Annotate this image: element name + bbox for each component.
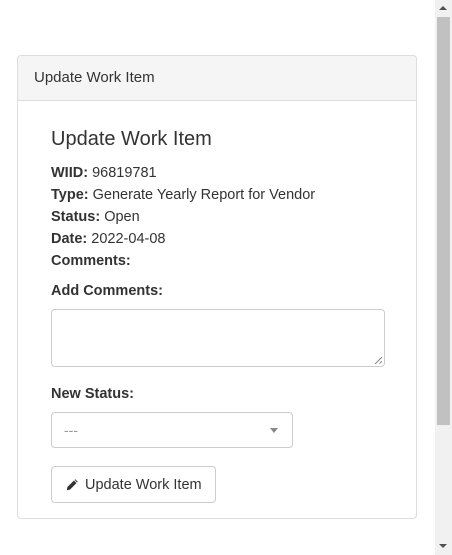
comments-label: Comments: [51, 253, 131, 269]
scrollbar-thumb[interactable] [437, 17, 450, 425]
work-item-details: WIID: 96819781 Type: Generate Yearly Rep… [51, 162, 315, 272]
wiid-line: WIID: 96819781 [51, 162, 315, 184]
add-comments-textarea[interactable] [51, 309, 385, 367]
page: Update Work Item Update Work Item WIID: … [0, 0, 452, 555]
status-label: Status: [51, 209, 101, 225]
vertical-scrollbar[interactable] [435, 0, 452, 555]
date-label: Date: [51, 231, 88, 247]
status-value: Open [104, 209, 140, 225]
type-value: Generate Yearly Report for Vendor [92, 187, 316, 203]
update-work-item-button-label: Update Work Item [85, 476, 202, 493]
new-status-selected-value: --- [64, 422, 78, 438]
resize-grip-icon[interactable] [375, 357, 382, 364]
new-status-label: New Status: [51, 386, 134, 402]
status-line: Status: Open [51, 206, 315, 228]
date-line: Date: 2022-04-08 [51, 228, 315, 250]
form-title: Update Work Item [51, 128, 212, 150]
add-comments-label: Add Comments: [51, 283, 163, 299]
update-work-item-button[interactable]: Update Work Item [51, 466, 216, 503]
scroll-down-arrow-icon[interactable] [435, 538, 452, 555]
scroll-up-arrow-icon[interactable] [435, 0, 452, 17]
wiid-label: WIID: [51, 165, 89, 181]
date-value: 2022-04-08 [91, 231, 166, 247]
type-line: Type: Generate Yearly Report for Vendor [51, 184, 315, 206]
update-work-item-panel: Update Work Item Update Work Item WIID: … [17, 55, 417, 519]
wiid-value: 96819781 [92, 165, 157, 181]
chevron-down-icon [270, 428, 278, 433]
panel-heading: Update Work Item [18, 56, 416, 101]
pencil-icon [66, 478, 78, 490]
type-label: Type: [51, 187, 89, 203]
new-status-select[interactable]: --- [51, 412, 293, 448]
comments-line: Comments: [51, 250, 315, 272]
